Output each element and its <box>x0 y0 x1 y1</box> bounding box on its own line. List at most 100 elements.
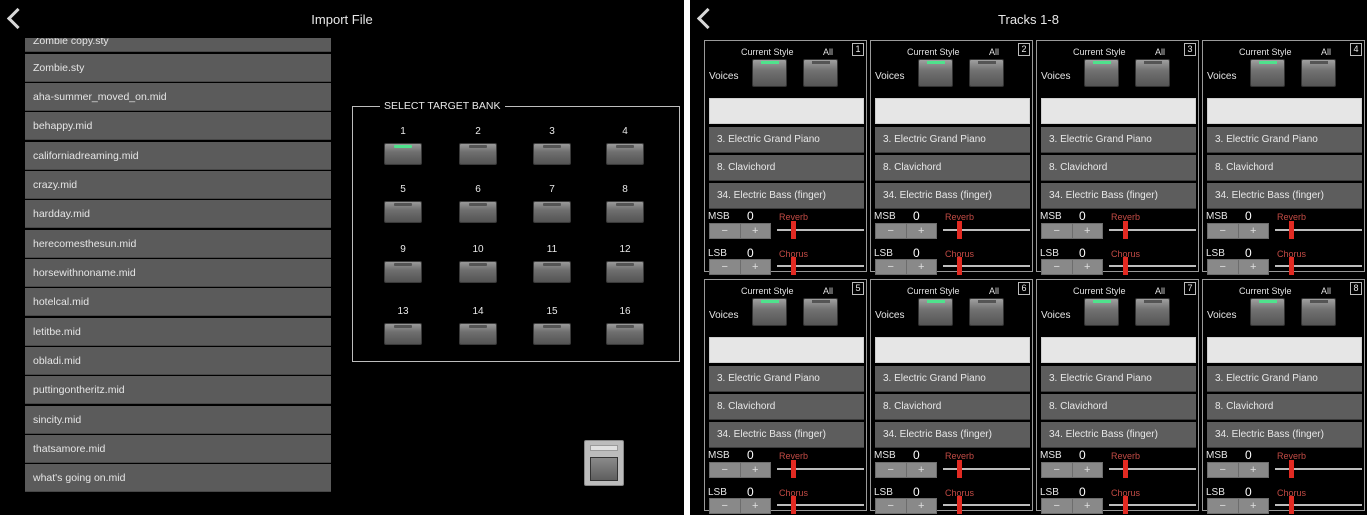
slider-thumb[interactable] <box>1123 221 1128 239</box>
voice-list-item[interactable]: 3. Electric Grand Piano <box>1207 127 1362 153</box>
reverb-slider[interactable] <box>777 460 864 478</box>
slider-thumb[interactable] <box>957 460 962 478</box>
bank-button-14[interactable]: 14 <box>459 306 497 345</box>
bank-button-11[interactable]: 11 <box>533 244 571 283</box>
file-list-item[interactable]: thatsamore.mid <box>25 434 331 463</box>
voice-list-item[interactable]: 8. Clavichord <box>1041 155 1196 181</box>
file-list-item[interactable]: puttingontheritz.mid <box>25 376 331 405</box>
msb-stepper[interactable]: − + <box>1207 462 1269 478</box>
lsb-increment-button[interactable]: + <box>905 499 937 513</box>
current-style-button[interactable] <box>1084 59 1119 87</box>
bank-button-5[interactable]: 5 <box>384 184 422 223</box>
voice-list-item[interactable]: 34. Electric Bass (finger) <box>1041 422 1196 448</box>
all-button[interactable] <box>1301 59 1336 87</box>
slider-thumb[interactable] <box>791 221 796 239</box>
msb-stepper[interactable]: − + <box>1207 223 1269 239</box>
bank-pad[interactable] <box>533 261 571 283</box>
msb-decrement-button[interactable]: − <box>710 224 740 238</box>
msb-stepper[interactable]: − + <box>709 462 771 478</box>
lsb-decrement-button[interactable]: − <box>1042 499 1072 513</box>
voice-list-item[interactable]: 8. Clavichord <box>875 155 1030 181</box>
bank-button-3[interactable]: 3 <box>533 126 571 165</box>
msb-stepper[interactable]: − + <box>709 223 771 239</box>
file-list[interactable]: Zombie copy.sty Zombie.sty aha-summer_mo… <box>25 38 331 505</box>
slider-thumb[interactable] <box>1289 257 1294 275</box>
msb-increment-button[interactable]: + <box>905 224 937 238</box>
bank-button-6[interactable]: 6 <box>459 184 497 223</box>
msb-decrement-button[interactable]: − <box>1208 463 1238 477</box>
current-style-button[interactable] <box>752 59 787 87</box>
file-list-item[interactable]: behappy.mid <box>25 112 331 141</box>
file-list-item[interactable]: Zombie.sty <box>25 53 331 82</box>
file-list-item[interactable]: hotelcal.mid <box>25 288 331 317</box>
all-button[interactable] <box>1135 298 1170 326</box>
file-list-item[interactable]: letitbe.mid <box>25 317 331 346</box>
bank-pad[interactable] <box>606 323 644 345</box>
bank-button-13[interactable]: 13 <box>384 306 422 345</box>
lsb-stepper[interactable]: − + <box>1041 259 1103 275</box>
voice-list-item[interactable]: 3. Electric Grand Piano <box>1041 127 1196 153</box>
bank-pad[interactable] <box>533 201 571 223</box>
voice-list-item[interactable]: 3. Electric Grand Piano <box>709 366 864 392</box>
lsb-decrement-button[interactable]: − <box>876 260 906 274</box>
bank-pad[interactable] <box>384 323 422 345</box>
voice-search-field[interactable] <box>1041 98 1196 124</box>
lsb-decrement-button[interactable]: − <box>710 499 740 513</box>
lsb-decrement-button[interactable]: − <box>1208 260 1238 274</box>
lsb-increment-button[interactable]: + <box>905 260 937 274</box>
chorus-slider[interactable] <box>943 257 1030 275</box>
bank-button-12[interactable]: 12 <box>606 244 644 283</box>
voice-search-field[interactable] <box>875 337 1030 363</box>
reverb-slider[interactable] <box>943 221 1030 239</box>
bank-button-4[interactable]: 4 <box>606 126 644 165</box>
lsb-stepper[interactable]: − + <box>709 259 771 275</box>
voice-list-item[interactable]: 8. Clavichord <box>1207 394 1362 420</box>
voice-list-item[interactable]: 3. Electric Grand Piano <box>875 366 1030 392</box>
lsb-stepper[interactable]: − + <box>709 498 771 514</box>
lsb-decrement-button[interactable]: − <box>876 499 906 513</box>
file-list-item[interactable]: Zombie copy.sty <box>25 38 331 52</box>
current-style-button[interactable] <box>918 59 953 87</box>
reverb-slider[interactable] <box>943 460 1030 478</box>
lsb-stepper[interactable]: − + <box>1207 259 1269 275</box>
file-list-item[interactable]: crazy.mid <box>25 170 331 199</box>
lsb-increment-button[interactable]: + <box>1071 499 1103 513</box>
voice-list-item[interactable]: 3. Electric Grand Piano <box>709 127 864 153</box>
current-style-button[interactable] <box>1084 298 1119 326</box>
bank-pad[interactable] <box>606 201 644 223</box>
bank-pad[interactable] <box>459 143 497 165</box>
all-button[interactable] <box>803 59 838 87</box>
msb-decrement-button[interactable]: − <box>1042 463 1072 477</box>
file-list-item[interactable]: obladi.mid <box>25 346 331 375</box>
voice-list-item[interactable]: 8. Clavichord <box>1041 394 1196 420</box>
voice-search-field[interactable] <box>709 98 864 124</box>
bank-pad[interactable] <box>459 323 497 345</box>
file-list-item[interactable]: horsewithnoname.mid <box>25 258 331 287</box>
bank-button-7[interactable]: 7 <box>533 184 571 223</box>
voice-list-item[interactable]: 34. Electric Bass (finger) <box>1041 183 1196 209</box>
msb-increment-button[interactable]: + <box>1237 463 1269 477</box>
file-list-item[interactable]: hardday.mid <box>25 200 331 229</box>
slider-thumb[interactable] <box>957 496 962 514</box>
lsb-increment-button[interactable]: + <box>739 499 771 513</box>
slider-thumb[interactable] <box>1123 460 1128 478</box>
msb-increment-button[interactable]: + <box>739 224 771 238</box>
bank-button-15[interactable]: 15 <box>533 306 571 345</box>
slider-thumb[interactable] <box>957 221 962 239</box>
msb-increment-button[interactable]: + <box>1071 224 1103 238</box>
bank-pad[interactable] <box>533 143 571 165</box>
voice-search-field[interactable] <box>1207 98 1362 124</box>
bank-pad[interactable] <box>459 201 497 223</box>
voice-list-item[interactable]: 3. Electric Grand Piano <box>1207 366 1362 392</box>
msb-decrement-button[interactable]: − <box>876 463 906 477</box>
all-button[interactable] <box>1135 59 1170 87</box>
all-button[interactable] <box>803 298 838 326</box>
slider-thumb[interactable] <box>1123 496 1128 514</box>
lsb-stepper[interactable]: − + <box>875 259 937 275</box>
reverb-slider[interactable] <box>1109 221 1196 239</box>
current-style-button[interactable] <box>918 298 953 326</box>
all-button[interactable] <box>969 59 1004 87</box>
file-list-item[interactable]: californiadreaming.mid <box>25 141 331 170</box>
chorus-slider[interactable] <box>1109 496 1196 514</box>
voice-search-field[interactable] <box>1207 337 1362 363</box>
